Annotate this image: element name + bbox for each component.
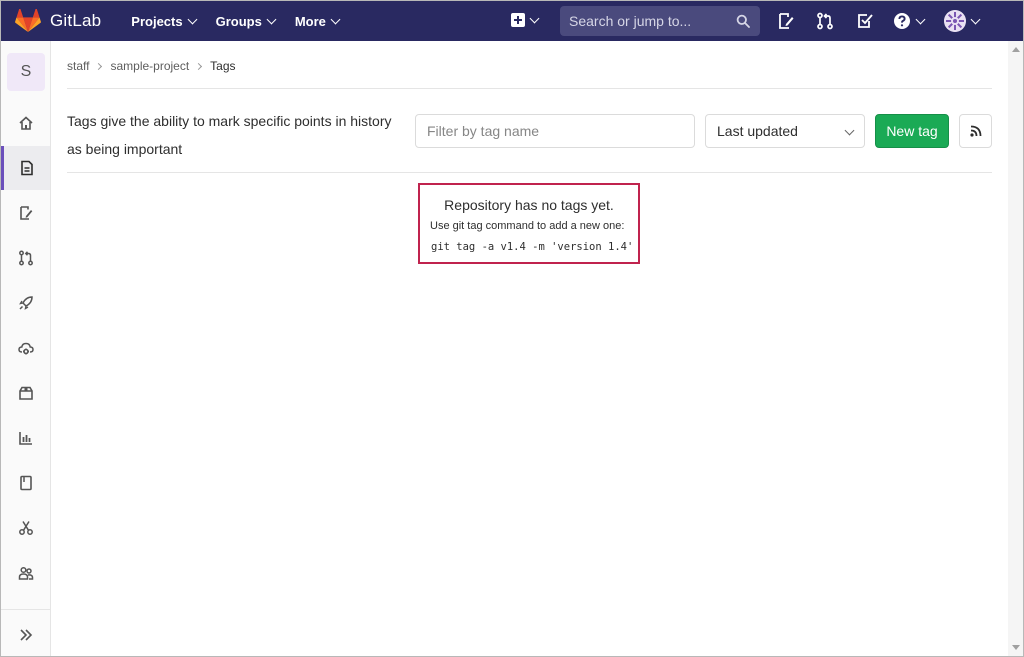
merge-request-icon[interactable]	[816, 12, 834, 30]
package-icon	[18, 386, 33, 400]
sort-dropdown-label: Last updated	[717, 123, 798, 139]
sidebar-item-analytics[interactable]	[1, 416, 50, 460]
chevron-down-icon	[330, 14, 341, 24]
sidebar-item-operations[interactable]	[1, 326, 50, 370]
sidebar-item-wiki[interactable]	[1, 461, 50, 505]
sidebar-item-members[interactable]	[1, 551, 50, 595]
issues-icon	[19, 206, 32, 220]
vertical-scrollbar[interactable]	[1008, 41, 1023, 656]
check-square-icon[interactable]	[856, 12, 874, 30]
sidebar-collapse-toggle[interactable]	[1, 613, 50, 657]
filter-tags-input[interactable]	[415, 114, 695, 148]
empty-state-subtitle: Use git tag command to add a new one:	[430, 220, 625, 232]
breadcrumb-divider	[67, 88, 992, 89]
rss-icon	[969, 125, 981, 137]
chevron-down-icon	[844, 125, 855, 136]
cloud-gear-icon	[17, 342, 34, 355]
todo-doc-icon[interactable]	[777, 12, 795, 30]
nav-more-dropdown[interactable]: More	[294, 13, 341, 29]
sidebar-item-issues[interactable]	[1, 191, 50, 235]
chevron-down-icon	[187, 14, 198, 24]
project-sidebar: S	[1, 41, 51, 656]
home-icon	[18, 116, 33, 130]
help-icon	[894, 13, 910, 29]
nav-projects-dropdown[interactable]: Projects	[131, 13, 198, 29]
git-tag-command: git tag -a v1.4 -m 'version 1.4'	[431, 241, 634, 253]
breadcrumb: staff sample-project Tags	[67, 59, 236, 73]
wiki-book-icon	[19, 475, 32, 491]
sidebar-item-snippets[interactable]	[1, 506, 50, 550]
repository-doc-icon	[21, 160, 33, 176]
sidebar-item-ci-cd[interactable]	[1, 281, 50, 325]
nav-groups-dropdown[interactable]: Groups	[215, 13, 277, 29]
snippets-scissors-icon	[18, 521, 33, 535]
sidebar-item-project-overview[interactable]	[1, 101, 50, 145]
user-avatar-icon	[944, 10, 966, 32]
rss-feed-button[interactable]	[959, 114, 992, 148]
search-input[interactable]	[569, 13, 729, 29]
chevron-right-icon	[95, 62, 103, 70]
tags-description: Tags give the ability to mark specific p…	[67, 113, 392, 157]
scroll-up-arrow-icon[interactable]	[1012, 47, 1020, 52]
search-box[interactable]	[560, 6, 760, 36]
chevron-down-icon	[529, 13, 540, 23]
members-icon	[18, 566, 33, 580]
new-tag-button[interactable]: New tag	[875, 114, 949, 148]
new-item-dropdown[interactable]	[511, 13, 540, 27]
merge-requests-icon	[18, 250, 33, 266]
rocket-icon	[18, 296, 33, 310]
chevron-down-icon	[970, 14, 981, 24]
nav-more-label: More	[294, 13, 326, 29]
chevron-down-icon	[915, 14, 926, 24]
search-icon[interactable]	[736, 14, 750, 28]
user-menu-dropdown[interactable]	[944, 10, 981, 32]
project-avatar[interactable]: S	[7, 53, 45, 91]
breadcrumb-item-current[interactable]: Tags	[210, 59, 235, 73]
chevron-down-icon	[266, 14, 277, 24]
sidebar-divider	[1, 609, 50, 610]
nav-menu: Projects Groups More	[131, 14, 359, 29]
breadcrumb-item-project[interactable]: sample-project	[110, 59, 189, 73]
empty-state-title: Repository has no tags yet.	[444, 197, 614, 213]
scroll-down-arrow-icon[interactable]	[1012, 645, 1020, 650]
empty-state-panel: Repository has no tags yet. Use git tag …	[418, 183, 640, 264]
analytics-chart-icon	[18, 432, 32, 445]
chevron-right-icon	[195, 62, 203, 70]
tanuki-icon	[15, 9, 41, 32]
sidebar-item-merge-requests[interactable]	[1, 236, 50, 280]
nav-projects-label: Projects	[131, 13, 183, 29]
sidebar-item-packages[interactable]	[1, 371, 50, 415]
brand-name[interactable]: GitLab	[50, 11, 101, 31]
double-chevron-right-icon	[19, 629, 32, 641]
breadcrumb-item-staff[interactable]: staff	[67, 59, 89, 73]
plus-square-icon	[511, 13, 525, 27]
gitlab-logo[interactable]	[15, 9, 41, 33]
sort-dropdown[interactable]: Last updated	[705, 114, 865, 148]
top-navbar: GitLab Projects Groups More	[1, 1, 1023, 41]
nav-groups-label: Groups	[215, 13, 262, 29]
help-dropdown[interactable]	[893, 12, 926, 30]
sidebar-item-repository[interactable]	[1, 146, 50, 190]
toolbar-divider	[67, 172, 992, 173]
